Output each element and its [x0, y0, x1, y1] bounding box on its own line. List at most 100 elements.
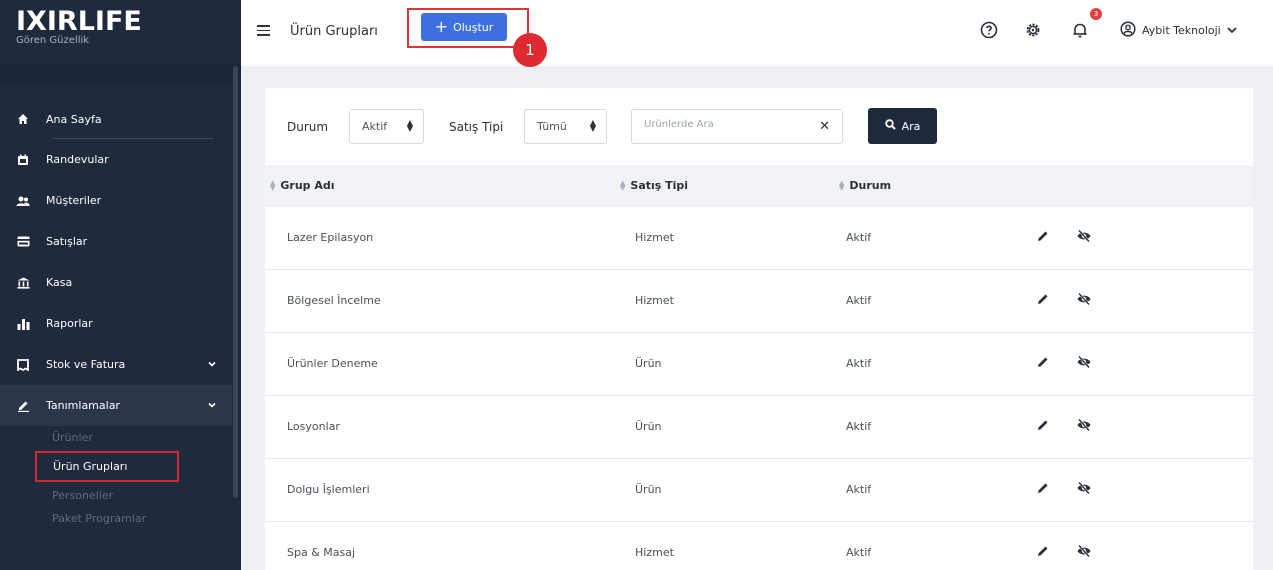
sidebar-header-divider — [0, 64, 241, 84]
edit-pencil-icon[interactable] — [1036, 229, 1052, 245]
sidebar-scrollbar[interactable] — [233, 66, 238, 498]
chevron-down-icon — [208, 358, 216, 371]
column-header-sales-type[interactable]: ▲ ▼ Satış Tipi — [620, 179, 688, 192]
sort-icon: ▲ ▼ — [270, 178, 276, 192]
hide-eye-slash-icon[interactable] — [1076, 355, 1092, 371]
top-bar: Ürün Grupları + Oluştur 1 3 Aybit Teknol… — [241, 0, 1273, 67]
table-row[interactable]: Bölgesel İncelme Hizmet Aktif — [265, 270, 1253, 333]
cell-group-name: Dolgu İşlemleri — [287, 483, 370, 496]
bank-icon — [16, 276, 30, 290]
search-button[interactable]: Ara — [868, 108, 937, 144]
status-filter-value: Aktif — [362, 120, 388, 133]
hide-eye-slash-icon[interactable] — [1076, 229, 1092, 245]
sidebar-item-label: Raporlar — [46, 317, 93, 330]
gear-icon[interactable] — [1024, 21, 1044, 41]
sidebar-subitem-staff[interactable]: Personeller — [34, 484, 180, 507]
home-icon — [16, 112, 30, 126]
hamburger-menu-icon[interactable] — [257, 25, 270, 36]
invoice-icon — [16, 358, 30, 372]
cell-sales-type: Hizmet — [635, 294, 674, 307]
definitions-submenu: Ürünler Ürün Grupları Personeller Paket … — [0, 426, 232, 530]
cell-group-name: Ürünler Deneme — [287, 357, 378, 370]
card-icon — [16, 235, 30, 249]
cell-status: Aktif — [846, 294, 872, 307]
cell-sales-type: Ürün — [635, 357, 662, 370]
cell-status: Aktif — [846, 231, 872, 244]
search-button-label: Ara — [901, 119, 921, 133]
create-button-label: Oluştur — [453, 20, 494, 34]
user-name: Aybit Teknoloji — [1142, 24, 1221, 37]
page-title: Ürün Grupları — [290, 24, 378, 39]
table-row[interactable]: Dolgu İşlemleri Ürün Aktif — [265, 459, 1253, 522]
edit-pencil-icon[interactable] — [1036, 418, 1052, 434]
cell-status: Aktif — [846, 357, 872, 370]
sidebar-item-label: Ana Sayfa — [46, 112, 102, 126]
create-button[interactable]: + Oluştur — [421, 13, 507, 41]
edit-pencil-icon[interactable] — [1036, 544, 1052, 560]
edit-pencil-icon[interactable] — [1036, 292, 1052, 308]
sidebar-item-sales[interactable]: Satışlar — [0, 221, 232, 262]
hide-eye-slash-icon[interactable] — [1076, 481, 1092, 497]
cell-status: Aktif — [846, 546, 872, 559]
sidebar-subitem-product-groups[interactable]: Ürün Grupları — [35, 451, 179, 482]
table-row[interactable]: Spa & Masaj Hizmet Aktif — [265, 522, 1253, 570]
column-header-status[interactable]: ▲ ▼ Durum — [839, 179, 891, 192]
chevron-down-icon — [1227, 24, 1237, 37]
search-field[interactable]: ✕ — [631, 109, 843, 144]
sidebar-item-reports[interactable]: Raporlar — [0, 303, 232, 344]
cell-group-name: Bölgesel İncelme — [287, 294, 381, 307]
sidebar-item-appointments[interactable]: Randevular — [0, 139, 232, 180]
hide-eye-slash-icon[interactable] — [1076, 292, 1092, 308]
cell-status: Aktif — [846, 420, 872, 433]
calendar-icon — [16, 153, 30, 167]
step-number-badge: 1 — [513, 33, 547, 67]
sidebar-item-customers[interactable]: Müşteriler — [0, 180, 232, 221]
brand-logo[interactable]: IXIRLIFE Gören Güzellik — [16, 6, 142, 46]
sidebar-item-stock-invoice[interactable]: Stok ve Fatura — [0, 344, 232, 385]
product-groups-card: Durum Aktif ▲▼ Satış Tipi Tümü ▲▼ ✕ Ara … — [265, 88, 1253, 570]
column-header-group-name[interactable]: ▲ ▼ Grup Adı — [270, 179, 335, 192]
sidebar-subitem-package-programs[interactable]: Paket Programlar — [34, 507, 180, 530]
sort-icon: ▲ ▼ — [839, 178, 845, 192]
cell-sales-type: Ürün — [635, 483, 662, 496]
chart-icon — [16, 317, 30, 331]
sidebar-item-cash[interactable]: Kasa — [0, 262, 232, 303]
sidebar-item-label: Satışlar — [46, 235, 88, 248]
cell-sales-type: Ürün — [635, 420, 662, 433]
edit-pencil-icon[interactable] — [1036, 355, 1052, 371]
sidebar-item-label: Randevular — [46, 153, 109, 166]
sidebar-item-label: Stok ve Fatura — [46, 358, 126, 371]
sidebar-item-home[interactable]: Ana Sayfa — [0, 100, 232, 138]
cell-group-name: Spa & Masaj — [287, 546, 356, 559]
status-filter-label: Durum — [287, 120, 329, 134]
clear-search-icon[interactable]: ✕ — [819, 119, 830, 134]
sales-type-filter-select[interactable]: Tümü ▲ ▼ — [524, 109, 607, 144]
bell-icon[interactable] — [1071, 21, 1091, 41]
sort-icon: ▲ ▼ — [620, 178, 626, 192]
user-avatar-icon — [1120, 21, 1136, 40]
user-menu[interactable]: Aybit Teknoloji — [1120, 21, 1237, 40]
help-icon[interactable] — [980, 21, 1000, 41]
users-icon — [16, 194, 30, 208]
cell-group-name: Lazer Epilasyon — [287, 231, 374, 244]
hide-eye-slash-icon[interactable] — [1076, 418, 1092, 434]
sidebar: IXIRLIFE Gören Güzellik Ana Sayfa Randev… — [0, 0, 241, 570]
cell-sales-type: Hizmet — [635, 231, 674, 244]
pencil-icon — [16, 399, 30, 413]
search-icon — [884, 119, 896, 133]
select-arrows-icon: ▲ ▼ — [589, 118, 596, 133]
hide-eye-slash-icon[interactable] — [1076, 544, 1092, 560]
sidebar-item-label: Tanımlamalar — [46, 399, 120, 412]
table-row[interactable]: Losyonlar Ürün Aktif — [265, 396, 1253, 459]
sidebar-subitem-products[interactable]: Ürünler — [34, 426, 180, 449]
sales-type-filter-value: Tümü — [537, 120, 567, 133]
status-filter-select[interactable]: Aktif ▲ ▼ — [349, 109, 424, 144]
search-input[interactable] — [644, 119, 814, 130]
edit-pencil-icon[interactable] — [1036, 481, 1052, 497]
select-arrows-icon: ▲ ▼ — [406, 118, 413, 133]
table-row[interactable]: Lazer Epilasyon Hizmet Aktif — [265, 207, 1253, 270]
table-row[interactable]: Ürünler Deneme Ürün Aktif — [265, 333, 1253, 396]
sidebar-menu: Ana Sayfa Randevular Müşteriler Satışlar — [0, 100, 232, 530]
cell-group-name: Losyonlar — [287, 420, 340, 433]
sidebar-item-definitions[interactable]: Tanımlamalar — [0, 385, 232, 426]
